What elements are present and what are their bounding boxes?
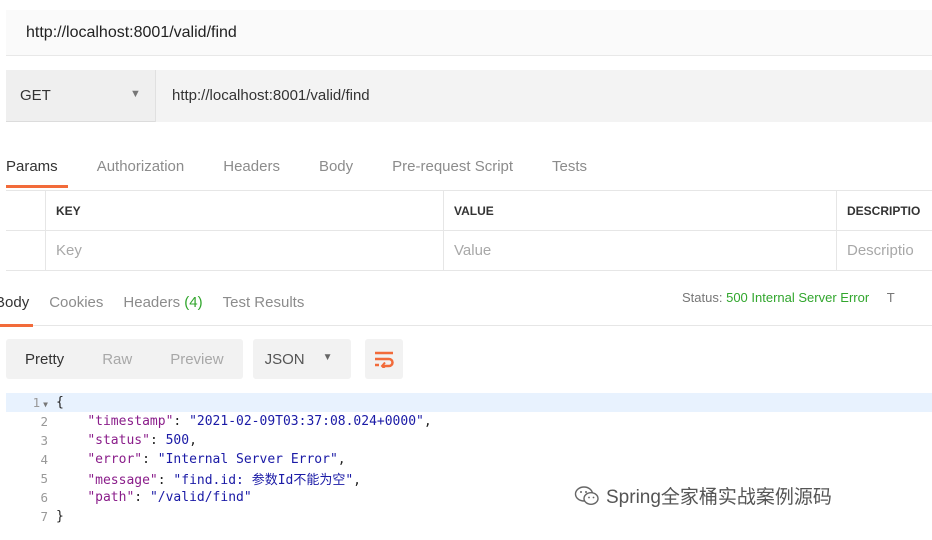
line-number: 5: [40, 471, 48, 486]
caret-down-icon: ▼: [130, 87, 141, 100]
tab-headers[interactable]: Headers: [223, 148, 280, 188]
raw-button[interactable]: Raw: [83, 339, 151, 379]
description-input[interactable]: Descriptio: [837, 231, 932, 270]
params-table: KEY VALUE DESCRIPTIO Key Value Descripti…: [6, 190, 932, 271]
tab-response-body[interactable]: Body: [0, 282, 34, 327]
line-number: 1 ▼: [32, 395, 48, 410]
status-label: Status:: [682, 290, 723, 305]
status-code[interactable]: 500 Internal Server Error: [726, 290, 869, 305]
code-text: }: [56, 509, 64, 524]
response-body-editor[interactable]: 1 ▼ { 2 "timestamp": "2021-02-09T03:37:08…: [6, 393, 932, 540]
response-toolbar: Pretty Raw Preview JSON ▼: [6, 338, 403, 380]
tab-pre-request-script[interactable]: Pre-request Script: [392, 148, 513, 188]
url-input[interactable]: http://localhost:8001/valid/find: [156, 69, 932, 122]
pretty-button[interactable]: Pretty: [6, 339, 83, 379]
watermark: Spring全家桶实战案例源码: [574, 482, 832, 509]
line-number: 2: [40, 414, 48, 429]
headers-label: Headers: [123, 294, 181, 311]
params-input-row: Key Value Descriptio: [6, 231, 932, 271]
code-line: 1 ▼ {: [6, 393, 932, 412]
fold-caret-icon[interactable]: ▼: [43, 400, 48, 409]
request-title-bar: http://localhost:8001/valid/find: [6, 10, 932, 56]
time-label: T: [886, 290, 895, 305]
code-line: 3 "status": 500,: [6, 431, 932, 450]
code-line: 7 }: [6, 507, 932, 526]
params-header-row: KEY VALUE DESCRIPTIO: [6, 191, 932, 231]
key-column-header: KEY: [46, 191, 444, 230]
code-line: 4 "error": "Internal Server Error",: [6, 450, 932, 469]
wechat-icon: [574, 485, 599, 505]
code-text: "error": "Internal Server Error",: [87, 452, 346, 467]
value-input[interactable]: Value: [444, 231, 837, 270]
request-tabs: Params Authorization Headers Body Pre-re…: [6, 148, 932, 188]
tab-body[interactable]: Body: [319, 148, 353, 188]
row-gutter: [6, 191, 46, 230]
format-label: JSON: [264, 350, 305, 368]
line-number: 7: [40, 509, 48, 524]
tab-params[interactable]: Params: [6, 148, 68, 188]
line-number: 4: [40, 452, 48, 467]
code-text: {: [56, 395, 64, 410]
tab-cookies[interactable]: Cookies: [49, 282, 103, 326]
line-number: 6: [40, 490, 48, 505]
code-text: "path": "/valid/find": [87, 490, 252, 505]
row-gutter: [6, 231, 46, 270]
preview-button[interactable]: Preview: [151, 339, 242, 379]
tab-response-headers[interactable]: Headers (4): [123, 282, 202, 326]
caret-down-icon: ▼: [322, 352, 333, 363]
request-title: http://localhost:8001/valid/find: [26, 23, 237, 41]
format-select[interactable]: JSON ▼: [252, 339, 351, 379]
code-text: "timestamp": "2021-02-09T03:37:08.024+00…: [87, 414, 432, 429]
view-mode-group: Pretty Raw Preview: [6, 339, 243, 379]
tab-tests[interactable]: Tests: [552, 148, 587, 188]
method-label: GET: [20, 87, 51, 104]
wrap-lines-icon: [374, 351, 394, 368]
watermark-text: Spring全家桶实战案例源码: [606, 487, 832, 508]
code-line: 2 "timestamp": "2021-02-09T03:37:08.024+…: [6, 412, 932, 431]
description-column-header: DESCRIPTIO: [847, 203, 921, 218]
headers-count: (4): [184, 294, 203, 311]
line-number: 3: [40, 433, 48, 448]
method-select[interactable]: GET ▼: [6, 69, 156, 122]
status-indicator: Status: 500 Internal Server Error T: [682, 290, 895, 305]
url-text: http://localhost:8001/valid/find: [172, 87, 370, 104]
value-column-header: VALUE: [444, 191, 837, 230]
wrap-lines-button[interactable]: [364, 339, 403, 379]
tab-test-results[interactable]: Test Results: [223, 282, 305, 326]
code-text: "status": 500,: [87, 433, 197, 448]
request-bar: GET ▼ http://localhost:8001/valid/find: [6, 69, 932, 122]
key-input[interactable]: Key: [46, 231, 444, 270]
tab-authorization[interactable]: Authorization: [97, 148, 185, 188]
code-text: "message": "find.id: 参数Id不能为空",: [87, 473, 361, 488]
